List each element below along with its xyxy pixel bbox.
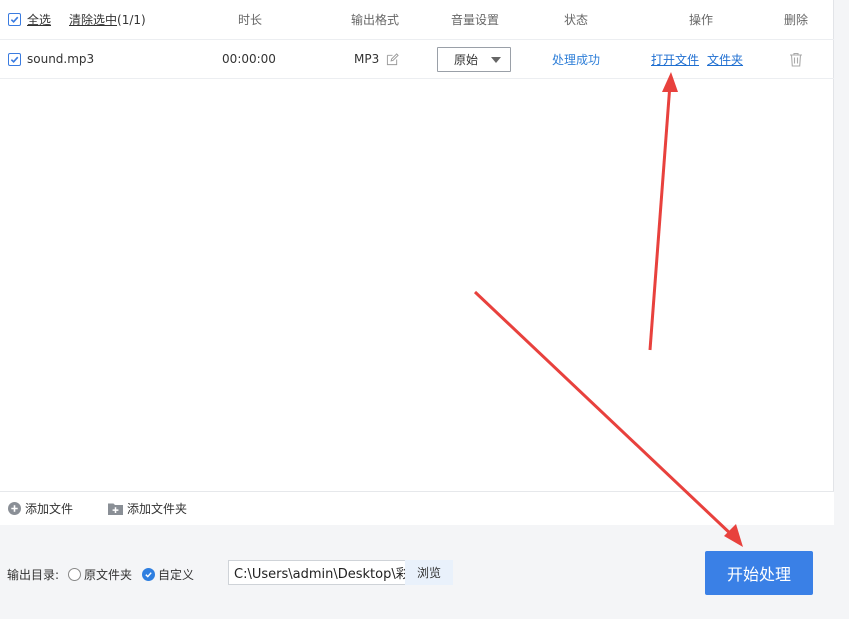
column-duration: 时长 bbox=[237, 13, 262, 27]
plus-circle-icon bbox=[8, 502, 21, 515]
browse-button[interactable]: 浏览 bbox=[405, 560, 453, 585]
file-format: MP3 bbox=[354, 52, 380, 66]
volume-select[interactable]: 原始 bbox=[437, 46, 511, 72]
add-file-button[interactable]: 添加文件 bbox=[8, 492, 73, 525]
trash-icon[interactable] bbox=[789, 52, 803, 67]
status-text: 处理成功 bbox=[551, 52, 600, 67]
file-name: sound.mp3 bbox=[27, 52, 95, 66]
folder-plus-icon bbox=[108, 503, 123, 515]
add-folder-label: 添加文件夹 bbox=[127, 502, 188, 516]
checkmark-icon bbox=[145, 572, 152, 578]
output-path-input[interactable]: C:\Users\admin\Desktop\彩虹 bbox=[228, 560, 406, 585]
radio-custom-label: 自定义 bbox=[158, 568, 195, 582]
open-file-link[interactable]: 打开文件 bbox=[651, 51, 699, 68]
chevron-down-icon bbox=[491, 56, 501, 63]
add-folder-button[interactable]: 添加文件夹 bbox=[108, 492, 187, 525]
radio-original-folder[interactable]: 原文件夹 bbox=[68, 566, 132, 583]
checkmark-icon bbox=[10, 16, 19, 24]
file-duration: 00:00:00 bbox=[222, 52, 276, 66]
format-cell: MP3 bbox=[354, 40, 399, 78]
output-dir-label: 输出目录: bbox=[7, 568, 60, 582]
radio-checked-icon[interactable] bbox=[142, 568, 155, 581]
delete-cell bbox=[786, 40, 806, 78]
column-status: 状态 bbox=[563, 13, 588, 27]
edit-icon[interactable] bbox=[386, 52, 399, 66]
table-header: 全选 清除选中 (1/1) 时长 输出格式 音量设置 状态 操作 删除 bbox=[0, 0, 834, 40]
column-format: 输出格式 bbox=[350, 13, 399, 27]
volume-value: 原始 bbox=[454, 52, 479, 67]
radio-custom-folder[interactable]: 自定义 bbox=[142, 566, 194, 583]
clear-selection-link[interactable]: 清除选中 bbox=[69, 11, 117, 28]
action-links: 打开文件 文件夹 bbox=[651, 40, 743, 78]
file-checkbox[interactable] bbox=[8, 52, 21, 66]
file-list-panel: 全选 清除选中 (1/1) 时长 输出格式 音量设置 状态 操作 删除 soun… bbox=[0, 0, 834, 525]
start-processing-button[interactable]: 开始处理 bbox=[705, 551, 813, 595]
checkmark-icon bbox=[10, 56, 19, 63]
selection-count: (1/1) bbox=[117, 12, 146, 27]
add-file-label: 添加文件 bbox=[25, 502, 74, 516]
column-delete: 删除 bbox=[783, 13, 808, 27]
table-row: sound.mp3 00:00:00 MP3 原始 处理成功 打开文件 文件夹 bbox=[0, 40, 834, 79]
select-all-toggle[interactable]: 全选 bbox=[8, 0, 51, 39]
select-all-checkbox[interactable] bbox=[8, 13, 21, 26]
select-all-label[interactable]: 全选 bbox=[27, 11, 51, 28]
radio-circle-icon[interactable] bbox=[68, 568, 81, 581]
clear-selection[interactable]: 清除选中 (1/1) bbox=[69, 0, 146, 39]
column-actions: 操作 bbox=[688, 13, 713, 27]
open-folder-link[interactable]: 文件夹 bbox=[707, 51, 743, 68]
file-checkbox-cell: sound.mp3 bbox=[8, 40, 94, 78]
list-toolbar: 添加文件 添加文件夹 bbox=[0, 491, 834, 525]
volume-cell: 原始 bbox=[437, 40, 511, 78]
radio-original-label: 原文件夹 bbox=[84, 568, 133, 582]
column-volume: 音量设置 bbox=[450, 13, 499, 27]
